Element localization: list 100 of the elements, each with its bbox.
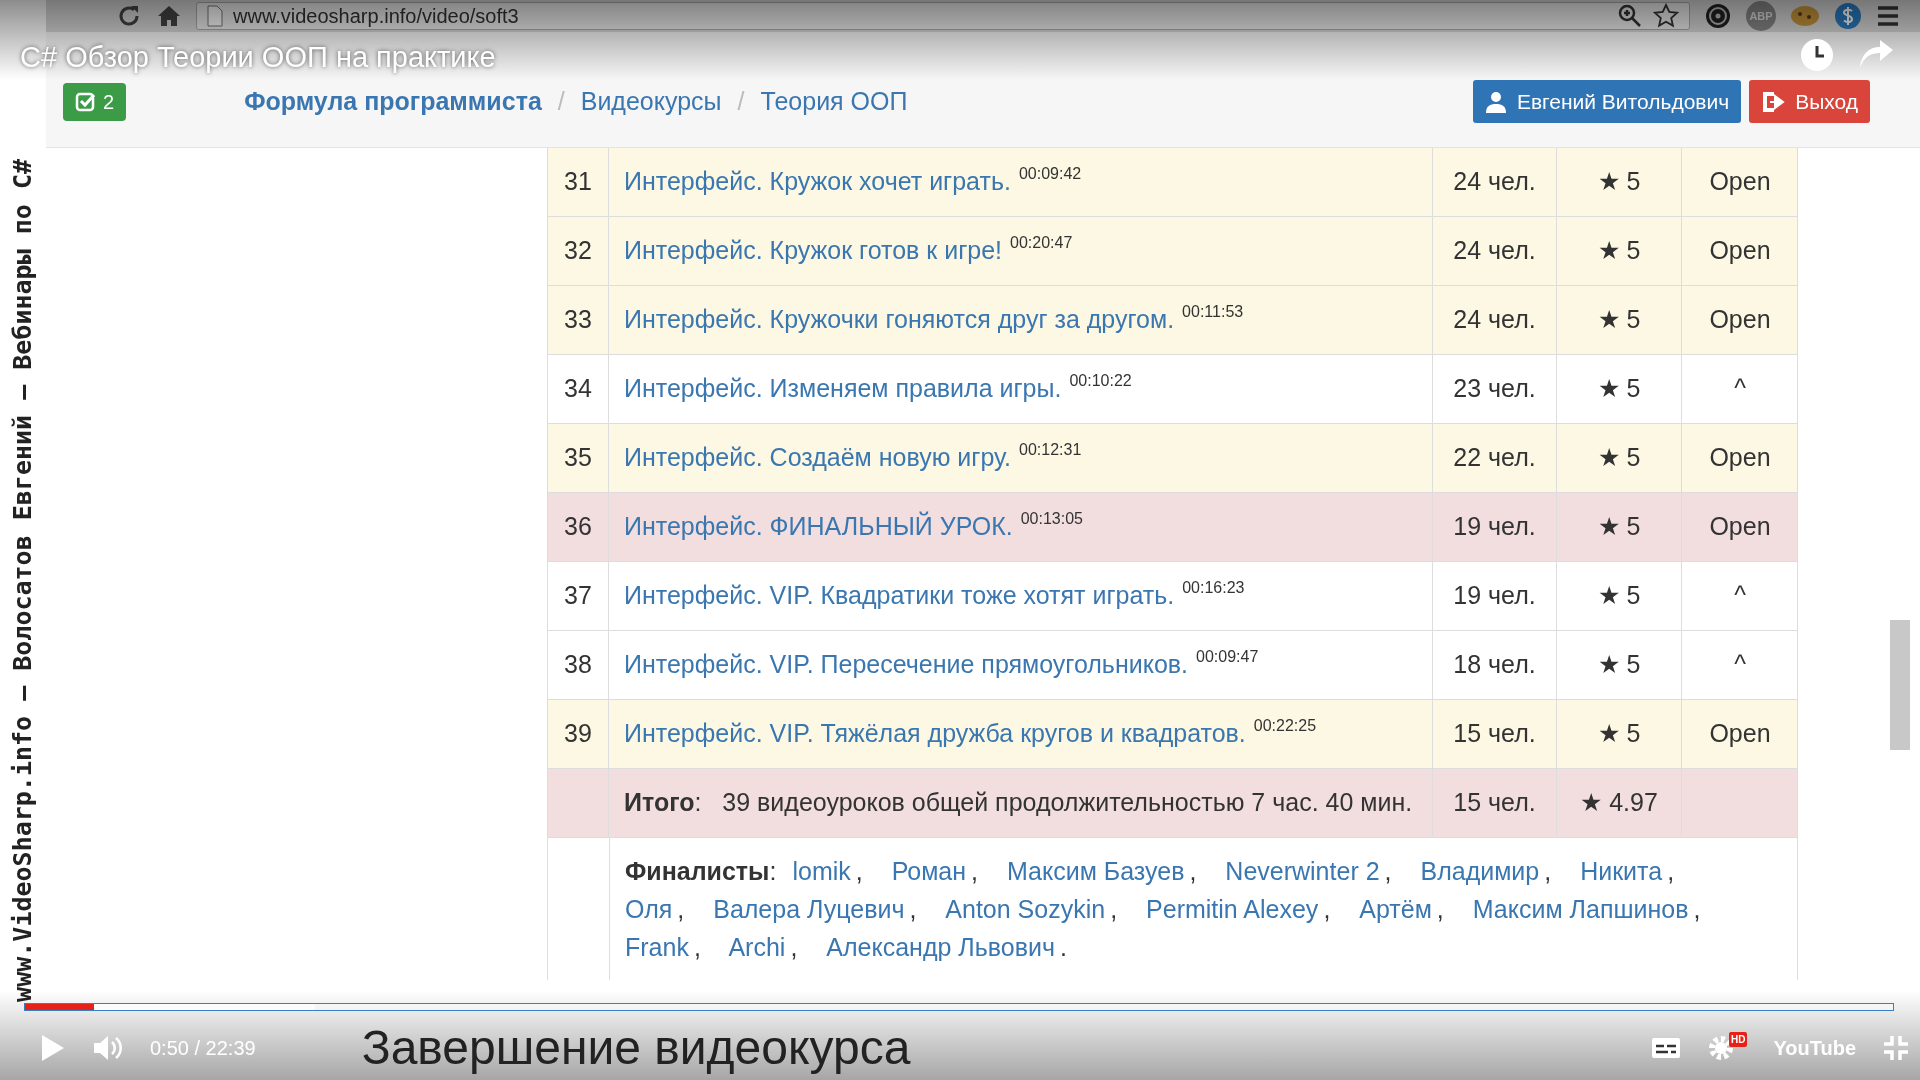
separator: , [1667, 857, 1675, 885]
tasks-badge[interactable]: 2 [63, 82, 127, 121]
lesson-duration: 00:12:31 [1019, 440, 1082, 460]
viewer-count: 15 чел. [1433, 769, 1557, 837]
lesson-link[interactable]: Интерфейс. Создаём новую игру. [624, 439, 1011, 477]
finalist-link[interactable]: Neverwinter 2 [1225, 857, 1380, 885]
scrollbar-thumb[interactable] [1890, 620, 1910, 750]
hd-badge: HD [1728, 1031, 1748, 1047]
separator: , [1436, 895, 1444, 923]
row-number: 36 [548, 493, 609, 561]
check-icon [75, 90, 97, 113]
lesson-status: ^ [1733, 649, 1747, 681]
rating: ★ 5 [1557, 286, 1682, 354]
lesson-status: ^ [1733, 580, 1747, 612]
finalist-link[interactable]: Оля [625, 895, 673, 923]
breadcrumb-link[interactable]: Формула программиста [244, 82, 542, 121]
viewer-count: 15 чел. [1433, 700, 1557, 768]
finalist-link[interactable]: Максим Базуев [1006, 857, 1185, 885]
row-number: 31 [548, 148, 609, 216]
separator: . [1059, 933, 1067, 961]
row-number: 38 [548, 631, 609, 699]
separator: , [1384, 857, 1392, 885]
lesson-status: Open [1708, 304, 1772, 336]
side-caption: www.VideoSharp.info — Волосатов Евгений — Вебинары по C# [7, 159, 39, 1002]
star-icon[interactable] [1653, 3, 1679, 29]
captions-icon[interactable] [1651, 1036, 1682, 1059]
user-icon [1484, 90, 1507, 113]
separator: , [855, 857, 863, 885]
breadcrumb-link[interactable]: Видеокурсы [580, 82, 722, 121]
progress-bar[interactable] [24, 1003, 1894, 1011]
video-subtitle: Завершение видеокурса [361, 1019, 911, 1076]
finalist-link[interactable]: Frank [625, 933, 689, 961]
viewer-count: 23 чел. [1433, 355, 1557, 423]
lesson-duration: 00:20:47 [1010, 233, 1073, 253]
breadcrumb-separator: / [737, 85, 745, 117]
viewer-count: 24 чел. [1433, 286, 1557, 354]
logout-icon [1761, 90, 1786, 113]
lesson-link[interactable]: Интерфейс. Кружок готов к игре! [624, 232, 1002, 270]
lesson-link[interactable]: Интерфейс. Кружочки гоняются друг за другом. [624, 301, 1175, 339]
lesson-link[interactable]: Интерфейс. VIP. Тяжёлая дружба кругов и квадратов. [624, 715, 1246, 753]
finalists-label: Финалисты: [625, 857, 777, 885]
separator: , [677, 895, 685, 923]
viewer-count: 24 чел. [1433, 217, 1557, 285]
settings-button[interactable]: HD [1707, 1031, 1748, 1064]
lesson-link[interactable]: Интерфейс. VIP. Квадратики тоже хотят играть. [624, 577, 1175, 615]
rating: ★ 5 [1557, 631, 1682, 699]
finalist-link[interactable]: Максим Лапшинов [1472, 895, 1689, 923]
lesson-duration: 00:10:22 [1069, 371, 1132, 391]
finalist-link[interactable]: Александр Львович [826, 933, 1055, 961]
finalist-link[interactable]: Никита [1580, 857, 1663, 885]
rating: ★ 5 [1557, 700, 1682, 768]
user-button[interactable]: Евгений Витольдович [1472, 79, 1742, 124]
finalist-link[interactable]: Permitin Alexey [1146, 895, 1319, 923]
row-number: 32 [548, 217, 609, 285]
lesson-duration: 00:09:42 [1018, 164, 1082, 184]
viewer-count: 19 чел. [1433, 562, 1557, 630]
menu-icon[interactable] [1876, 5, 1900, 27]
finalist-link[interactable]: Роман [891, 857, 967, 885]
address-bar[interactable]: www.videosharp.info/video/soft3 [196, 2, 1690, 30]
rating: ★ 5 [1557, 148, 1682, 216]
rating: ★ 5 [1557, 217, 1682, 285]
cookie-icon[interactable] [1790, 4, 1820, 28]
dollar-coin-icon[interactable] [1834, 2, 1862, 30]
row-number: 39 [548, 700, 609, 768]
logout-button[interactable]: Выход [1749, 79, 1870, 124]
finalist-link[interactable]: Валера Луцевич [713, 895, 905, 923]
lesson-link[interactable]: Интерфейс. ФИНАЛЬНЫЙ УРОК. [624, 508, 1013, 546]
total-summary: Итого: 39 видеоуроков общей продолжительностью 7 час. 40 мин. [609, 769, 1433, 837]
separator: , [1110, 895, 1118, 923]
separator: , [1189, 857, 1197, 885]
lesson-link[interactable]: Интерфейс. Кружок хочет играть. [624, 163, 1011, 201]
zoom-icon[interactable] [1617, 3, 1643, 29]
rating: ★ 5 [1557, 493, 1682, 561]
rating: ★ 5 [1557, 562, 1682, 630]
home-icon[interactable] [156, 3, 182, 29]
viewer-count: 18 чел. [1433, 631, 1557, 699]
viewer-count: 22 чел. [1433, 424, 1557, 492]
lesson-status: Open [1708, 511, 1772, 543]
lesson-duration: 00:13:05 [1020, 509, 1083, 529]
clock-icon[interactable] [1800, 38, 1834, 72]
page-icon [207, 5, 223, 27]
separator: , [693, 933, 701, 961]
lesson-status: Open [1708, 442, 1772, 474]
finalist-link[interactable]: Владимир [1420, 857, 1540, 885]
time-display: 0:50 / 22:39 [150, 1035, 256, 1061]
separator: , [1693, 895, 1701, 923]
lesson-link[interactable]: Интерфейс. Изменяем правила игры. [624, 370, 1062, 408]
finalist-link[interactable]: Артём [1359, 895, 1432, 923]
url-text: www.videosharp.info/video/soft3 [233, 4, 520, 29]
row-number: 34 [548, 355, 609, 423]
viewer-count: 24 чел. [1433, 148, 1557, 216]
lesson-duration: 00:11:53 [1182, 302, 1244, 322]
lesson-status: Open [1708, 718, 1772, 750]
finalist-link[interactable]: lomik [792, 857, 851, 885]
lesson-duration: 00:22:25 [1253, 716, 1317, 736]
breadcrumb-link[interactable]: Теория ООП [760, 82, 908, 121]
lesson-link[interactable]: Интерфейс. VIP. Пересечение прямоугольников. [624, 646, 1188, 684]
separator: , [971, 857, 978, 885]
finalist-link[interactable]: Anton Sozykin [945, 895, 1106, 923]
finalist-link[interactable]: Archi [728, 933, 786, 961]
